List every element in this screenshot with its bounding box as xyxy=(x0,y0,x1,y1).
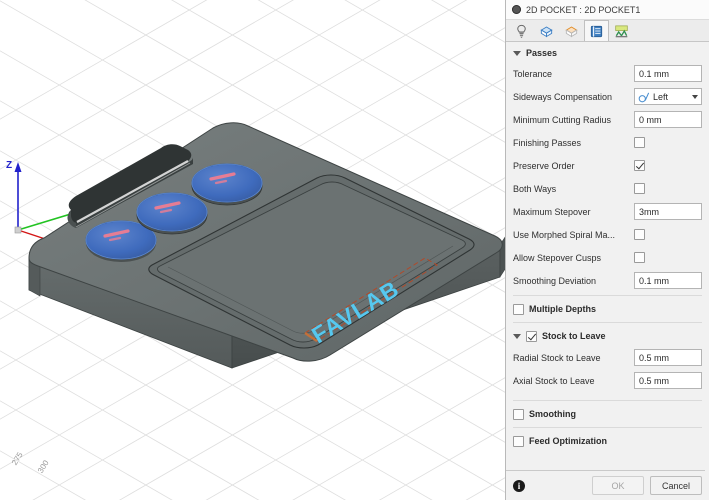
tool-bulb-icon xyxy=(517,24,526,38)
linking-tab[interactable] xyxy=(609,20,634,41)
panel-title-bar: 2D POCKET : 2D POCKET1 xyxy=(506,0,709,20)
divider xyxy=(513,427,702,428)
section-header-feed-optimization[interactable]: Feed Optimization xyxy=(506,431,709,451)
label-both-ways: Both Ways xyxy=(513,183,557,194)
axis-z-label: Z xyxy=(6,160,13,171)
chevron-down-icon xyxy=(513,333,521,339)
checkbox-stock-to-leave[interactable] xyxy=(526,330,537,342)
input-tolerance[interactable]: 0.1 mm xyxy=(634,65,702,82)
checkbox-allow-stepover-cusps[interactable] xyxy=(634,252,645,263)
select-sideways-compensation[interactable]: Left xyxy=(634,88,702,105)
label-maximum-stepover: Maximum Stepover xyxy=(513,206,591,217)
passes-blue-book-icon xyxy=(590,25,603,37)
input-smoothing-deviation[interactable]: 0.1 mm xyxy=(634,272,702,289)
row-axial-stock-to-leave[interactable]: Axial Stock to Leave 0.5 mm xyxy=(506,369,709,392)
label-radial-stock-to-leave: Radial Stock to Leave xyxy=(513,352,601,363)
checkbox-finishing-passes[interactable] xyxy=(634,137,645,148)
label-sideways-compensation: Sideways Compensation xyxy=(513,91,613,102)
row-radial-stock-to-leave[interactable]: Radial Stock to Leave 0.5 mm xyxy=(506,346,709,369)
label-finishing-passes: Finishing Passes xyxy=(513,137,582,148)
cad-model[interactable]: FAVLAB xyxy=(0,0,505,500)
panel-tab-strip[interactable] xyxy=(506,20,709,42)
checkbox-multiple-depths[interactable] xyxy=(513,303,524,315)
section-header-passes[interactable]: Passes xyxy=(506,44,709,62)
checkbox-smoothing[interactable] xyxy=(513,408,524,420)
label-axial-stock-to-leave: Axial Stock to Leave xyxy=(513,375,595,386)
section-label-feed-optimization: Feed Optimization xyxy=(529,436,608,446)
info-icon[interactable]: i xyxy=(513,479,525,492)
section-header-multiple-depths[interactable]: Multiple Depths xyxy=(506,299,709,319)
passes-tab[interactable] xyxy=(584,20,609,41)
label-preserve-order: Preserve Order xyxy=(513,160,575,171)
heights-tab[interactable] xyxy=(559,20,584,41)
linking-green-icon xyxy=(615,25,628,37)
3d-viewport[interactable]: FAVLAB Z 275 300 xyxy=(0,0,505,500)
ok-button[interactable]: OK xyxy=(592,476,644,495)
panel-footer: i OK Cancel xyxy=(506,470,709,500)
divider xyxy=(513,400,702,401)
input-radial-stock-to-leave[interactable]: 0.5 mm xyxy=(634,349,702,366)
section-label-smoothing: Smoothing xyxy=(529,409,576,419)
checkbox-both-ways[interactable] xyxy=(634,183,645,194)
panel-title-text: 2D POCKET : 2D POCKET1 xyxy=(526,4,641,15)
label-minimum-cutting-radius: Minimum Cutting Radius xyxy=(513,114,612,125)
chevron-down-icon xyxy=(692,94,698,99)
label-tolerance: Tolerance xyxy=(513,68,553,79)
section-label-multiple-depths: Multiple Depths xyxy=(529,304,596,314)
label-use-morphed-spiral-machining: Use Morphed Spiral Ma... xyxy=(513,229,616,240)
section-header-stock-to-leave[interactable]: Stock to Leave xyxy=(506,326,709,346)
operation-panel: 2D POCKET : 2D POCKET1 Passes Tolerance … xyxy=(505,0,709,500)
row-tolerance[interactable]: Tolerance 0.1 mm xyxy=(506,62,709,85)
row-finishing-passes[interactable]: Finishing Passes xyxy=(506,131,709,154)
panel-scrollbar[interactable] xyxy=(705,42,709,472)
checkbox-feed-optimization[interactable] xyxy=(513,435,524,447)
label-smoothing-deviation: Smoothing Deviation xyxy=(513,275,597,286)
geometry-tab[interactable] xyxy=(534,20,559,41)
heights-orange-icon xyxy=(565,25,578,37)
circular-pocket-3[interactable] xyxy=(191,163,263,206)
row-both-ways[interactable]: Both Ways xyxy=(506,177,709,200)
checkbox-preserve-order[interactable] xyxy=(634,160,645,171)
row-maximum-stepover[interactable]: Maximum Stepover 3mm xyxy=(506,200,709,223)
section-header-smoothing[interactable]: Smoothing xyxy=(506,404,709,424)
chevron-down-icon xyxy=(513,50,521,56)
row-minimum-cutting-radius[interactable]: Minimum Cutting Radius 0 mm xyxy=(506,108,709,131)
row-use-morphed-spiral-machining[interactable]: Use Morphed Spiral Ma... xyxy=(506,223,709,246)
section-label-stock-to-leave: Stock to Leave xyxy=(542,331,606,341)
tool-tab[interactable] xyxy=(509,20,534,41)
input-maximum-stepover[interactable]: 3mm xyxy=(634,203,702,220)
row-allow-stepover-cusps[interactable]: Allow Stepover Cusps xyxy=(506,246,709,269)
circular-pocket-2[interactable] xyxy=(136,192,208,235)
checkbox-use-morphed-spiral-machining[interactable] xyxy=(634,229,645,240)
divider xyxy=(513,322,702,323)
divider xyxy=(513,295,702,296)
input-axial-stock-to-leave[interactable]: 0.5 mm xyxy=(634,372,702,389)
value-sideways-compensation: Left xyxy=(653,91,669,102)
geometry-blue-icon xyxy=(540,25,553,37)
row-sideways-compensation[interactable]: Sideways Compensation Left xyxy=(506,85,709,108)
section-label-passes: Passes xyxy=(526,48,558,58)
input-minimum-cutting-radius[interactable]: 0 mm xyxy=(634,111,702,128)
row-smoothing-deviation[interactable]: Smoothing Deviation 0.1 mm xyxy=(506,269,709,292)
label-allow-stepover-cusps: Allow Stepover Cusps xyxy=(513,252,602,263)
row-preserve-order[interactable]: Preserve Order xyxy=(506,154,709,177)
operation-status-icon xyxy=(512,5,521,14)
fusion-cam-window: FAVLAB Z 275 300 2D POCKET : 2D POCKET1 xyxy=(0,0,709,500)
cancel-button[interactable]: Cancel xyxy=(650,476,702,495)
panel-settings-body[interactable]: Passes Tolerance 0.1 mm Sideways Compens… xyxy=(506,42,709,470)
compensation-left-icon xyxy=(638,92,650,102)
